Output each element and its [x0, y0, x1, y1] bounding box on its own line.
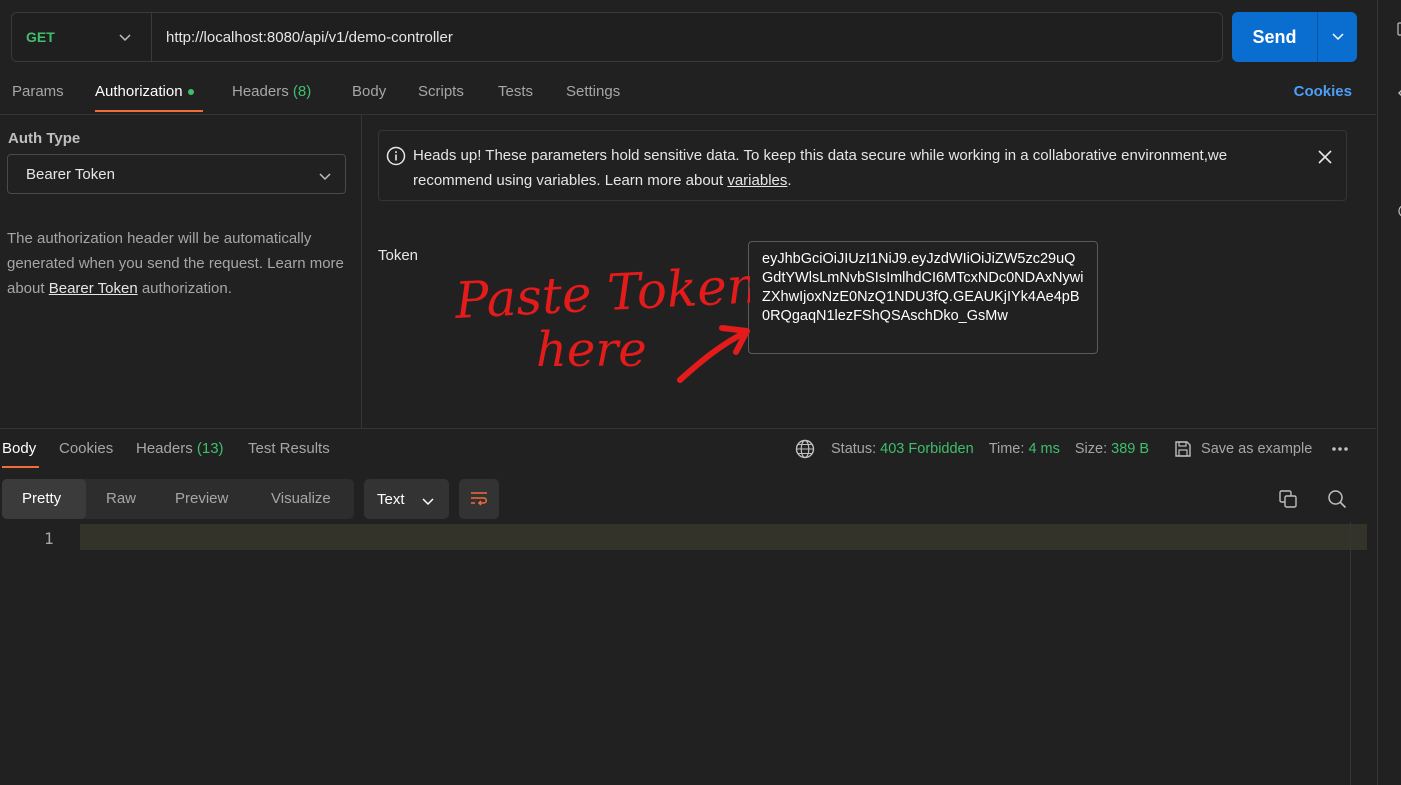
tab-headers[interactable]: Headers (8)	[232, 83, 311, 100]
wrap-lines-button[interactable]	[459, 479, 499, 519]
right-sidebar	[1377, 0, 1401, 785]
line-number: 1	[44, 529, 54, 548]
time-label: Time:	[988, 441, 1025, 457]
auth-type-label: Auth Type	[8, 130, 81, 147]
divider	[0, 428, 1376, 429]
response-tab-cookies[interactable]: Cookies	[59, 440, 113, 457]
token-input[interactable]: eyJhbGciOiJIUzI1NiJ9.eyJzdWIiOiJiZW5zc29…	[748, 241, 1098, 354]
response-tab-headers-count: (13)	[196, 440, 224, 457]
token-label: Token	[378, 247, 419, 264]
save-as-example-button[interactable]: Save as example	[1174, 440, 1312, 458]
alert-text: Heads up! These parameters hold sensitiv…	[413, 147, 1228, 189]
variables-link[interactable]: variables	[727, 172, 787, 189]
search-icon[interactable]	[1325, 487, 1349, 511]
send-options-button[interactable]	[1317, 12, 1357, 62]
tab-headers-count: (8)	[292, 83, 312, 100]
method-select[interactable]: GET	[12, 13, 152, 61]
tab-tests[interactable]: Tests	[498, 83, 533, 100]
request-url-bar: GET	[11, 12, 1223, 62]
bearer-token-link[interactable]: Bearer Token	[49, 280, 138, 297]
tab-authorization[interactable]: Authorization	[95, 83, 194, 100]
auth-type-select[interactable]: Bearer Token	[7, 154, 346, 194]
save-as-example-label: Save as example	[1201, 441, 1313, 457]
view-preview[interactable]: Preview	[155, 479, 248, 519]
auth-desc-text-end: authorization.	[137, 280, 232, 297]
tab-scripts[interactable]: Scripts	[418, 83, 464, 100]
response-format-select[interactable]: Text	[364, 479, 449, 519]
annotation-text-line2: here	[536, 322, 647, 378]
size-value[interactable]: 389 B	[1111, 441, 1149, 457]
active-response-tab-indicator	[2, 466, 39, 468]
chevron-down-icon	[319, 168, 331, 185]
close-icon[interactable]	[1318, 147, 1332, 172]
chevron-down-icon	[1331, 33, 1344, 41]
status-label: Status:	[831, 441, 877, 457]
send-button-group: Send	[1232, 12, 1357, 62]
cookies-link[interactable]: Cookies	[1294, 83, 1352, 100]
time-value[interactable]: 4 ms	[1028, 441, 1059, 457]
tab-params[interactable]: Params	[12, 83, 64, 100]
chevron-down-icon	[422, 493, 434, 510]
response-view-toggle: Pretty Raw Preview Visualize	[2, 479, 354, 519]
tab-authorization-label: Authorization	[95, 83, 183, 100]
size-label: Size:	[1074, 441, 1108, 457]
view-pretty[interactable]: Pretty	[2, 479, 86, 519]
send-button[interactable]: Send	[1232, 27, 1317, 48]
handwritten-annotation: Paste Token here	[453, 256, 750, 383]
response-tab-headers-label: Headers	[136, 440, 193, 457]
tab-body[interactable]: Body	[352, 83, 386, 100]
response-format-value: Text	[377, 490, 405, 508]
copy-icon[interactable]	[1276, 487, 1300, 511]
tab-headers-label: Headers	[232, 83, 289, 100]
editor-scrollbar[interactable]	[1350, 522, 1351, 785]
request-tabs: Params Authorization Headers (8) Body Sc…	[0, 78, 1376, 114]
current-line-highlight	[80, 524, 1367, 550]
save-icon	[1175, 441, 1191, 457]
alert-text-end: .	[787, 172, 792, 189]
response-tab-body[interactable]: Body	[2, 440, 36, 457]
response-tab-test-results[interactable]: Test Results	[248, 440, 330, 457]
divider	[0, 114, 1376, 115]
status-value[interactable]: 403 Forbidden	[880, 441, 974, 457]
tab-settings[interactable]: Settings	[566, 83, 620, 100]
auth-type-value: Bearer Token	[26, 165, 115, 183]
method-label: GET	[26, 29, 55, 45]
auth-description: The authorization header will be automat…	[7, 226, 347, 301]
divider	[361, 114, 362, 428]
auth-indicator-dot	[187, 89, 194, 96]
more-options-icon[interactable]	[1331, 446, 1349, 452]
info-icon[interactable]	[1397, 204, 1401, 221]
wrap-lines-icon	[471, 492, 487, 506]
response-body-editor[interactable]: 1	[0, 522, 1367, 785]
arrow-icon	[677, 329, 749, 383]
chevron-down-icon	[119, 29, 131, 45]
sidebar-icon[interactable]	[1397, 22, 1401, 39]
response-tab-headers[interactable]: Headers (13)	[136, 440, 224, 457]
view-visualize[interactable]: Visualize	[251, 479, 351, 519]
code-icon[interactable]	[1397, 86, 1401, 103]
sensitive-data-alert: Heads up! These parameters hold sensitiv…	[378, 130, 1347, 201]
globe-icon[interactable]	[795, 439, 815, 459]
annotation-text-line1: Paste Token	[453, 256, 750, 330]
active-tab-indicator	[95, 110, 203, 112]
response-status-bar: Status: 403 Forbidden Time: 4 ms Size: 3…	[795, 438, 1349, 460]
view-raw[interactable]: Raw	[86, 479, 156, 519]
url-input[interactable]	[152, 13, 1222, 61]
info-icon	[386, 146, 406, 174]
